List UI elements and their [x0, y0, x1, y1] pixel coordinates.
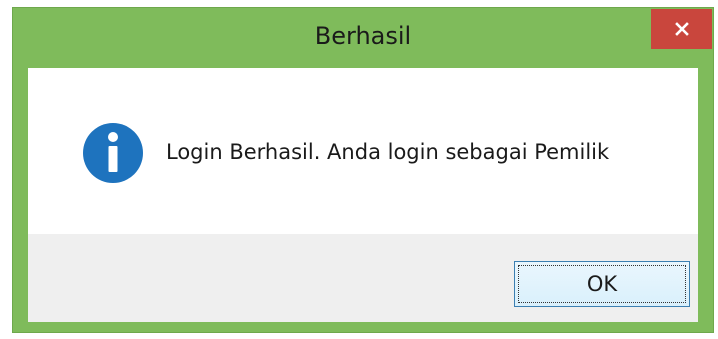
close-button[interactable]: [651, 9, 712, 49]
ok-button[interactable]: OK: [514, 261, 690, 307]
close-icon: [674, 22, 689, 36]
dialog-message: Login Berhasil. Anda login sebagai Pemil…: [166, 140, 610, 164]
message-area: Login Berhasil. Anda login sebagai Pemil…: [28, 68, 698, 234]
message-dialog: Berhasil Login Berhasil. Anda login seba…: [12, 7, 714, 333]
ok-button-label: OK: [586, 272, 618, 296]
title-bar[interactable]: Berhasil: [13, 8, 713, 68]
info-icon: [83, 123, 143, 183]
dialog-title: Berhasil: [314, 22, 412, 50]
dialog-content: Login Berhasil. Anda login sebagai Pemil…: [28, 68, 698, 322]
button-area: OK: [28, 234, 698, 322]
